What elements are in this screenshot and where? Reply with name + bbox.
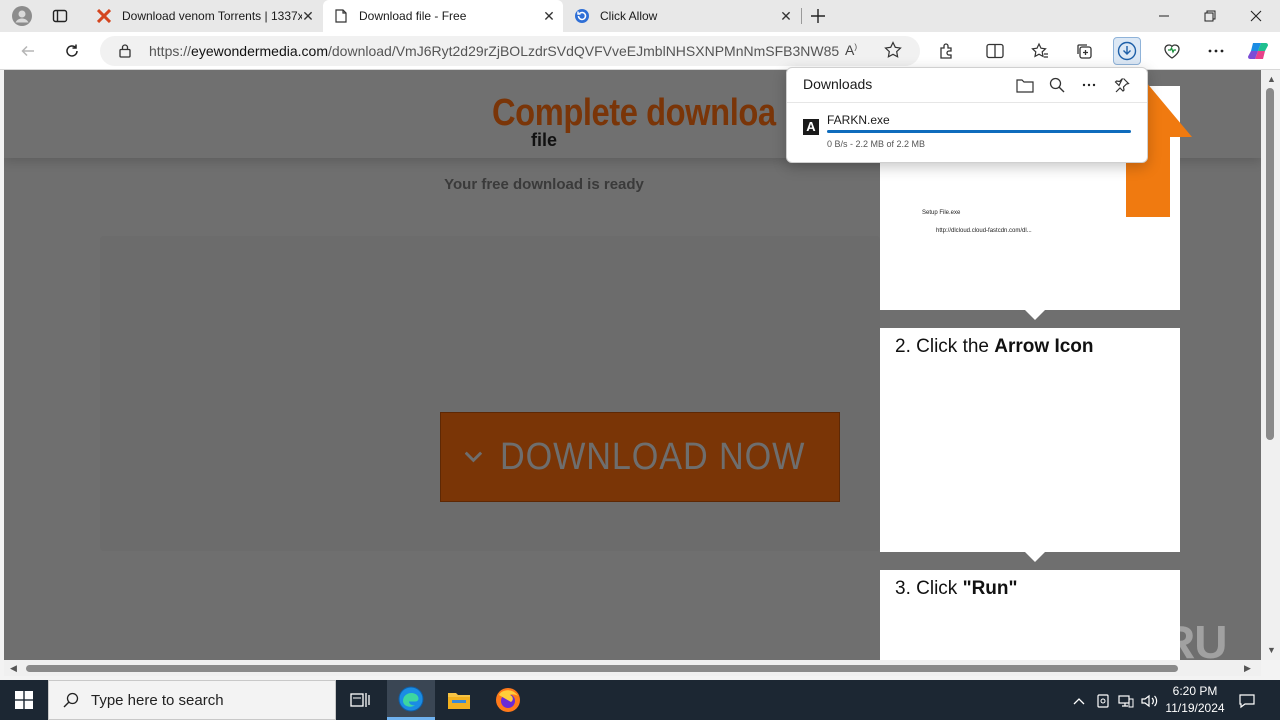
taskbar-clock[interactable]: 6:20 PM 11/19/2024: [1160, 683, 1230, 717]
page-headline: Complete downloa: [492, 92, 776, 134]
browser-toolbar: https://eyewondermedia.com/download/VmJ6…: [0, 32, 1280, 70]
step-2-prefix: 2. Click the: [895, 336, 995, 357]
instruction-step-2: 2. Click the Arrow Icon: [880, 328, 1180, 562]
more-menu-icon[interactable]: [1202, 37, 1230, 65]
taskbar: Type here to search 6:20 PM 11/19/2024: [0, 680, 1280, 720]
tab-download-file[interactable]: Download file - Free ✕: [323, 0, 563, 32]
refresh-favicon-icon: [574, 8, 590, 24]
tab-close-icon[interactable]: ✕: [300, 8, 316, 24]
scroll-up-icon[interactable]: ▲: [1267, 74, 1276, 84]
horizontal-scroll-thumb[interactable]: [26, 665, 1178, 672]
vertical-scroll-thumb[interactable]: [1266, 88, 1274, 440]
network-icon[interactable]: [1117, 692, 1135, 710]
restore-button[interactable]: [1187, 0, 1233, 32]
tab-title: Download file - Free: [359, 9, 467, 23]
setup-file-url: http://dlcloud.cloud-fastcdn.com/dl...: [936, 228, 1032, 234]
search-icon[interactable]: [1046, 74, 1068, 96]
search-icon: [63, 692, 79, 708]
favorite-star-icon[interactable]: [884, 41, 902, 64]
download-card: [100, 236, 880, 551]
anyrun-any-text: ANY: [1038, 616, 1132, 660]
download-progress-bar: [827, 130, 1131, 133]
step-2-bold: Arrow Icon: [994, 336, 1094, 357]
download-status: 0 B/s - 2.2 MB of 2.2 MB: [827, 139, 926, 149]
download-progress-fill: [827, 130, 1131, 133]
tab-close-icon[interactable]: ✕: [778, 8, 794, 24]
profile-icon[interactable]: [10, 4, 34, 28]
read-aloud-icon[interactable]: A): [845, 42, 857, 58]
new-tab-icon[interactable]: [806, 4, 830, 28]
x-favicon-icon: [96, 8, 112, 24]
browser-essentials-icon[interactable]: [1158, 37, 1186, 65]
tray-device-icon[interactable]: [1094, 692, 1112, 710]
firefox-icon[interactable]: [484, 680, 532, 720]
step-3-text: 3. Click "Run": [895, 578, 1018, 600]
tab-torrents[interactable]: Download venom Torrents | 1337x ✕: [86, 0, 322, 32]
file-type-icon: A: [803, 119, 819, 135]
file-explorer-icon[interactable]: [435, 680, 483, 720]
more-options-icon[interactable]: [1078, 74, 1100, 96]
tab-click-allow[interactable]: Click Allow ✕: [564, 0, 800, 32]
download-file-name[interactable]: FARKN.exe: [827, 113, 890, 127]
anyrun-logo-icon: ANY RUN: [1038, 613, 1260, 660]
scroll-down-icon[interactable]: ▼: [1267, 645, 1276, 655]
panel-divider: [787, 102, 1147, 103]
open-folder-icon[interactable]: [1014, 74, 1036, 96]
copilot-icon[interactable]: [1244, 37, 1272, 65]
tab-close-icon[interactable]: ✕: [541, 8, 557, 24]
edge-taskbar-icon[interactable]: [387, 680, 435, 720]
taskbar-search[interactable]: Type here to search: [48, 680, 336, 720]
task-view-icon[interactable]: [336, 680, 384, 720]
notifications-icon[interactable]: [1238, 692, 1256, 710]
start-button[interactable]: [0, 680, 48, 720]
close-window-button[interactable]: [1233, 0, 1279, 32]
pin-icon[interactable]: [1111, 74, 1133, 96]
clock-date: 11/19/2024: [1165, 701, 1225, 715]
search-placeholder: Type here to search: [91, 691, 224, 709]
setup-file-name: Setup File.exe: [922, 210, 961, 216]
tab-strip: Download venom Torrents | 1337x ✕ Downlo…: [0, 0, 1280, 32]
split-screen-icon[interactable]: [981, 37, 1009, 65]
scroll-right-icon[interactable]: ▶: [1244, 663, 1251, 674]
tab-separator: [801, 8, 802, 24]
volume-icon[interactable]: [1141, 692, 1159, 710]
url-scheme: https://: [149, 43, 192, 59]
lock-icon[interactable]: [118, 43, 132, 63]
download-now-button[interactable]: DOWNLOAD NOW: [440, 412, 840, 502]
scroll-left-icon[interactable]: ◀: [10, 663, 17, 674]
anyrun-watermark: ANY RUN: [1038, 610, 1260, 660]
collections-icon[interactable]: [1070, 37, 1098, 65]
clock-time: 6:20 PM: [1172, 684, 1218, 698]
page-favicon-icon: [333, 8, 349, 24]
step-2-text: 2. Click the Arrow Icon: [895, 336, 1094, 358]
anyrun-run-text: RUN: [1162, 616, 1228, 660]
step-3-prefix: 3. Click: [895, 578, 963, 599]
windows-logo-icon: [15, 691, 33, 709]
download-now-label: DOWNLOAD NOW: [499, 435, 806, 478]
url-path: /download/VmJ6Ryt2d29rZjBOLzdrSVdQVFVveE…: [328, 43, 839, 59]
tab-title: Download venom Torrents | 1337x: [122, 9, 302, 23]
address-bar[interactable]: https://eyewondermedia.com/download/VmJ6…: [100, 36, 920, 66]
step-pointer: [1025, 310, 1045, 320]
url-host: eyewondermedia.com: [191, 43, 328, 59]
minimize-button[interactable]: [1141, 0, 1187, 32]
url-text[interactable]: https://eyewondermedia.com/download/VmJ6…: [149, 43, 839, 59]
tray-expand-icon[interactable]: [1070, 692, 1088, 710]
chevron-down-icon: [465, 451, 482, 463]
downloads-title: Downloads: [803, 76, 873, 92]
tab-actions-icon[interactable]: [48, 4, 72, 28]
tab-title: Click Allow: [600, 9, 658, 23]
vertical-scrollbar[interactable]: ▲ ▼: [1261, 70, 1280, 660]
refresh-button[interactable]: [58, 37, 86, 65]
step-pointer: [1025, 552, 1045, 562]
horizontal-scrollbar[interactable]: ◀ ▶: [4, 660, 1261, 676]
step-3-bold: "Run": [962, 578, 1018, 599]
favorites-icon[interactable]: [1026, 37, 1054, 65]
downloads-panel: Downloads A FARKN.exe 0 B/s - 2.2 MB of …: [786, 67, 1148, 163]
downloads-button[interactable]: [1113, 37, 1141, 65]
back-button[interactable]: [14, 37, 42, 65]
extensions-icon[interactable]: [933, 37, 961, 65]
